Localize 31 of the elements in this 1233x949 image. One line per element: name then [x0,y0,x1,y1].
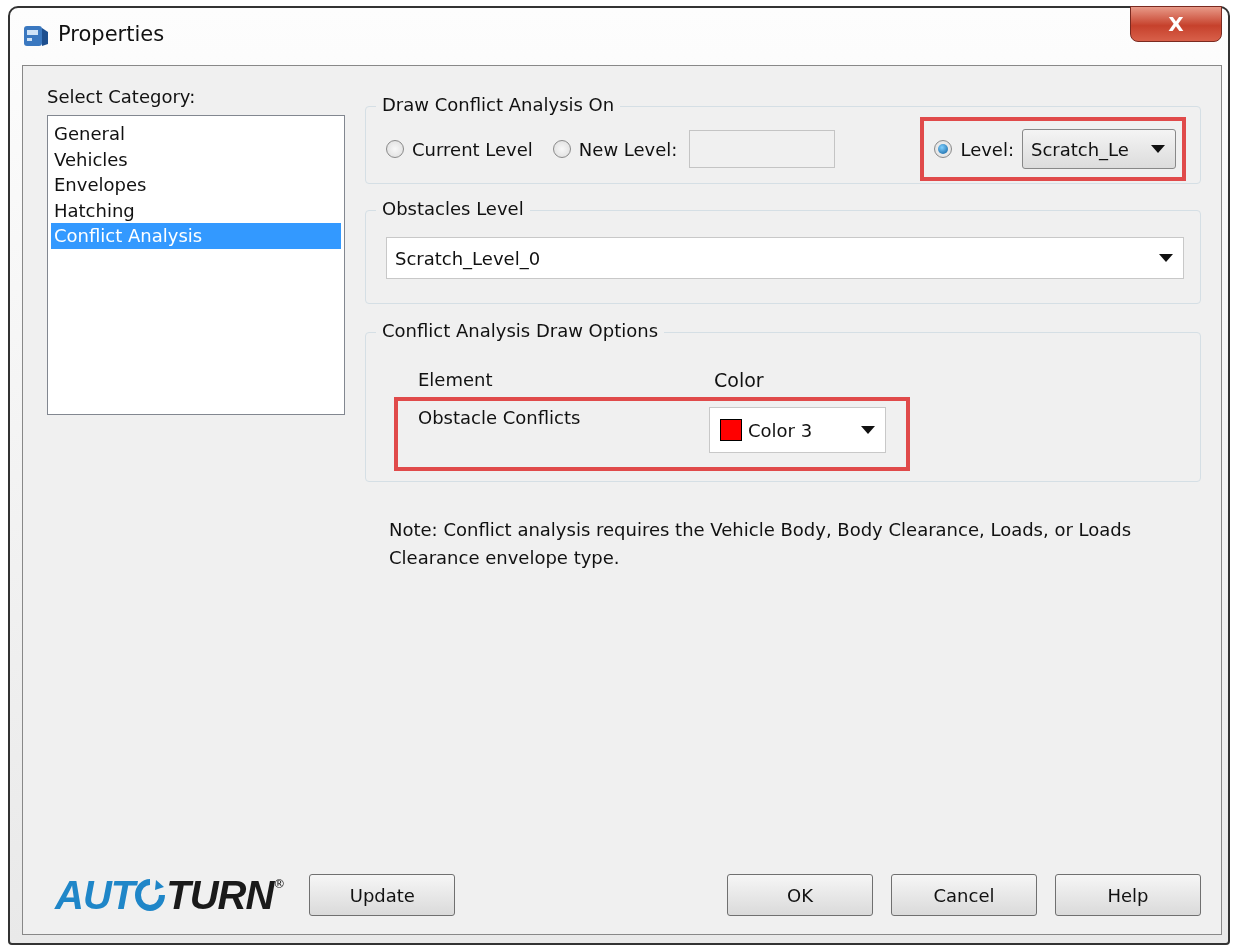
group-title: Conflict Analysis Draw Options [376,320,665,341]
dialog-button[interactable]: OK [727,874,873,916]
category-label: Select Category: [47,86,197,107]
logo: AUT TURN$^{®}$ [55,872,286,918]
note-text: Note: Conflict analysis requires the Vehicle Body, Body Clearance, Loads, or Loads Clearance envelope type. [389,518,1133,570]
window-title: Properties [58,22,165,46]
update-button[interactable]: Update [309,874,456,916]
column-header: Color [714,369,764,391]
caret-icon [1159,254,1173,262]
input-field[interactable] [689,130,836,168]
level-dropdown[interactable]: Scratch_Le [1022,129,1176,169]
category-item[interactable]: Envelopes [51,172,341,198]
category-item[interactable]: General [51,121,341,147]
radio-button[interactable] [552,140,571,158]
close-button[interactable]: X [1130,6,1222,42]
group-title: Draw Conflict Analysis On [376,94,621,115]
category-item[interactable]: Hatching [51,197,341,223]
dialog-button[interactable]: Help [1055,874,1201,916]
element-name: Obstacle Conflicts [418,407,582,428]
color-dropdown[interactable]: Color 3 [709,407,886,453]
radio-button[interactable] [386,140,404,158]
caret-icon [1151,145,1165,153]
radio-label[interactable]: New Level: [578,138,678,160]
radio-label[interactable]: Current Level [412,138,533,160]
radio-button[interactable] [934,140,953,158]
dialog-button[interactable]: Cancel [891,874,1037,916]
column-header: Element [418,369,494,390]
obstacles-dropdown[interactable]: Scratch_Level_0 [386,237,1184,279]
category-item[interactable]: Vehicles [51,146,341,172]
caret-icon [861,426,875,434]
radio-label[interactable]: Level: [960,138,1014,160]
